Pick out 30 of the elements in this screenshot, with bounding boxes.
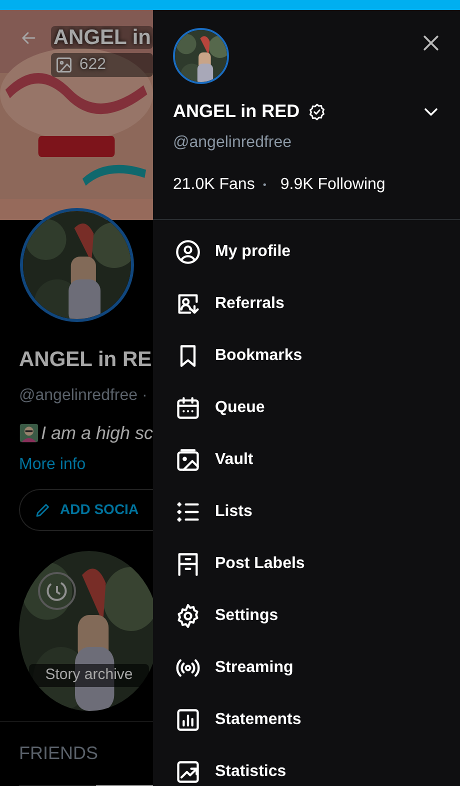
bio-text: I am a high sc — [40, 422, 153, 445]
menu-item[interactable]: Streaming — [153, 642, 460, 694]
image-box-icon — [175, 447, 201, 473]
menu-item[interactable]: Vault — [153, 434, 460, 486]
menu-item[interactable]: Bookmarks — [153, 330, 460, 382]
profile-name: ANGEL in RE — [19, 347, 153, 373]
menu-item[interactable]: Statistics — [153, 746, 460, 786]
drawer-name: ANGEL in RED — [173, 100, 300, 123]
bar-chart-icon — [175, 707, 201, 733]
menu-item[interactable]: Settings — [153, 590, 460, 642]
calendar-icon — [175, 395, 201, 421]
more-info-link[interactable]: More info — [19, 452, 86, 476]
menu-item[interactable]: Lists — [153, 486, 460, 538]
menu-item[interactable]: Statements — [153, 694, 460, 746]
menu-item[interactable]: My profile — [153, 226, 460, 278]
story-archive-tile[interactable]: Story archive — [19, 550, 153, 710]
emoji-icon — [19, 422, 39, 444]
profile-handle: @angelinredfree · — [19, 386, 148, 406]
drawer-handle: @angelinredfree — [173, 133, 293, 153]
menu-item[interactable]: Queue — [153, 382, 460, 434]
menu-item[interactable]: Post Labels — [153, 538, 460, 590]
fans-count[interactable]: 21.0K Fans — [173, 173, 255, 197]
separator-dot: • — [262, 178, 266, 192]
profile-icon — [175, 239, 201, 265]
trend-chart-icon — [175, 759, 201, 785]
following-count[interactable]: 9.9K Following — [280, 173, 386, 197]
settings-icon — [175, 603, 201, 629]
menu-item[interactable]: Referrals — [153, 278, 460, 330]
drawer-cabinet-icon — [175, 551, 201, 577]
clock-icon — [37, 570, 77, 610]
